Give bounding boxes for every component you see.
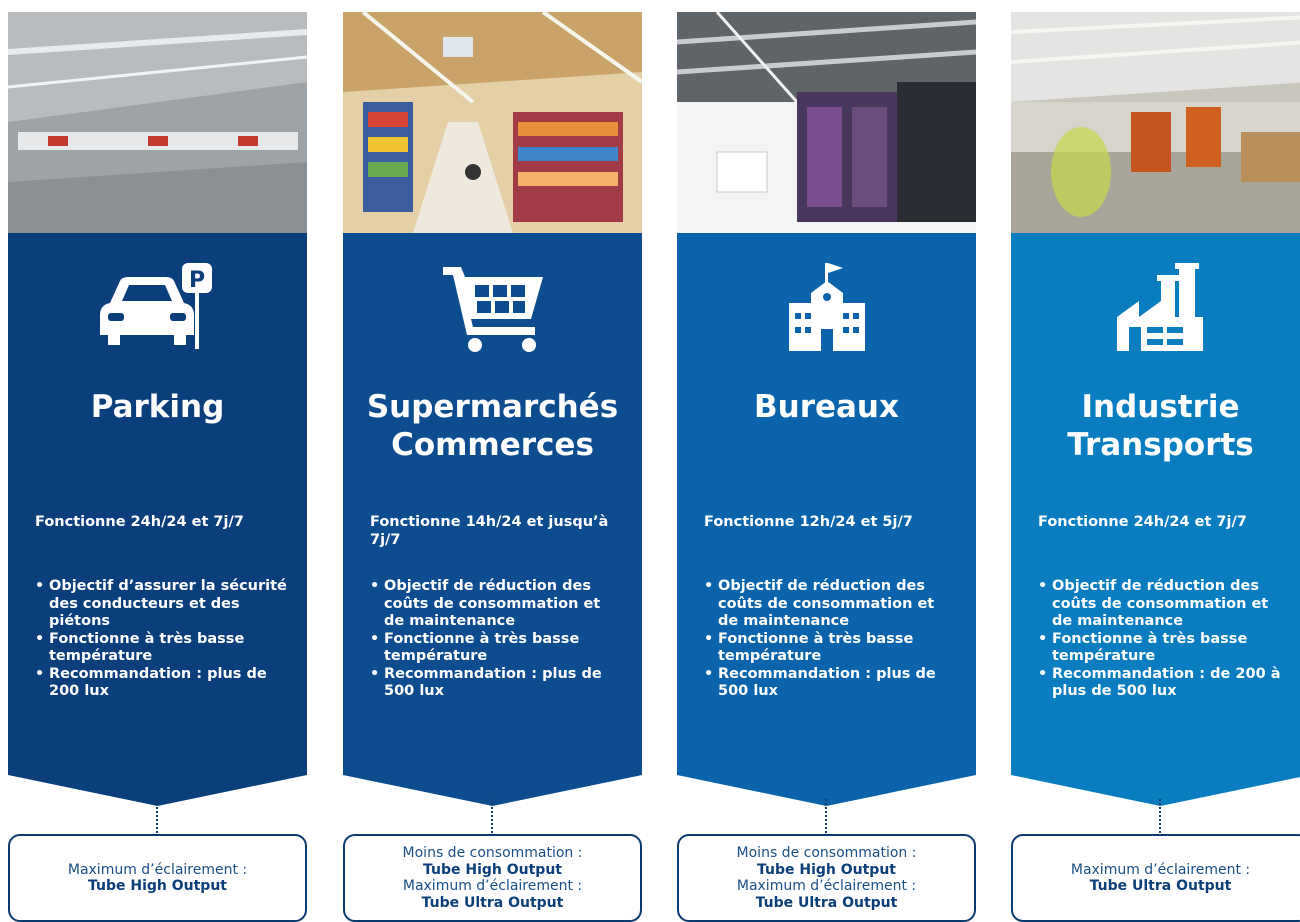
- office-photo: [677, 12, 976, 233]
- sector-title: Industrie Transports: [1067, 389, 1254, 463]
- operating-hours: Fonctionne 12h/24 et 5j/7: [704, 514, 913, 530]
- parking-photo: [8, 12, 307, 233]
- sector-column-industrie: Industrie Transports Fonctionne 24h/24 e…: [1011, 12, 1300, 922]
- warehouse-photo: [1011, 12, 1300, 233]
- dotted-connector: [825, 799, 829, 837]
- operating-hours: Fonctionne 14h/24 et jusqu’à 7j/7: [370, 514, 609, 548]
- dotted-connector: [1159, 799, 1163, 837]
- recommendation-box: Maximum d’éclairement : Tube High Output: [8, 834, 307, 922]
- recommendation-box: Maximum d’éclairement : Tube Ultra Outpu…: [1011, 834, 1300, 922]
- sector-title: Bureaux: [754, 389, 899, 425]
- dotted-connector: [491, 799, 495, 837]
- requirements-list: Objectif de réduction des coûts de conso…: [704, 578, 959, 701]
- list-item: Recommandation : plus de 200 lux: [35, 666, 290, 701]
- dotted-connector: [156, 799, 160, 837]
- requirements-list: Objectif d’assurer la sécurité des condu…: [35, 578, 290, 701]
- operating-hours: Fonctionne 24h/24 et 7j/7: [35, 514, 244, 530]
- list-item: Fonctionne à très basse température: [704, 631, 959, 666]
- recommendation-box: Moins de consommation : Tube High Output…: [677, 834, 976, 922]
- factory-icon: [1099, 263, 1223, 353]
- list-item: Objectif de réduction des coûts de conso…: [1038, 578, 1293, 631]
- list-item: Fonctionne à très basse température: [370, 631, 625, 666]
- list-item: Recommandation : de 200 à plus de 500 lu…: [1038, 666, 1293, 701]
- list-item: Objectif de réduction des coûts de conso…: [370, 578, 625, 631]
- sector-title: Parking: [90, 389, 225, 425]
- recommendation-box: Moins de consommation : Tube High Output…: [343, 834, 642, 922]
- office-building-icon: [765, 263, 889, 353]
- sector-column-bureaux: Bureaux Fonctionne 12h/24 et 5j/7 Object…: [677, 12, 976, 922]
- list-item: Objectif de réduction des coûts de conso…: [704, 578, 959, 631]
- list-item: Objectif d’assurer la sécurité des condu…: [35, 578, 290, 631]
- list-item: Recommandation : plus de 500 lux: [370, 666, 625, 701]
- sector-column-supermarches: Supermarchés Commerces Fonctionne 14h/24…: [343, 12, 642, 922]
- requirements-list: Objectif de réduction des coûts de conso…: [370, 578, 625, 701]
- shopping-cart-icon: [431, 263, 555, 353]
- list-item: Recommandation : plus de 500 lux: [704, 666, 959, 701]
- list-item: Fonctionne à très basse température: [1038, 631, 1293, 666]
- operating-hours: Fonctionne 24h/24 et 7j/7: [1038, 514, 1247, 530]
- svg-text:P: P: [189, 268, 205, 293]
- parking-car-icon: P: [96, 263, 220, 353]
- supermarket-photo: [343, 12, 642, 233]
- sector-title: Supermarchés Commerces: [366, 389, 619, 463]
- requirements-list: Objectif de réduction des coûts de conso…: [1038, 578, 1293, 701]
- list-item: Fonctionne à très basse température: [35, 631, 290, 666]
- sector-column-parking: P Parking Fonctionne 24h/24 et 7j/7 Obje…: [8, 12, 307, 922]
